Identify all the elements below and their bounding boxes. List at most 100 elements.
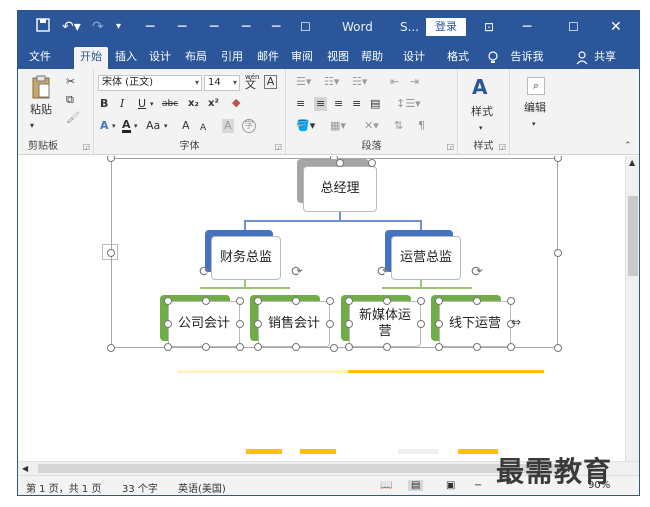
resize-handle[interactable] xyxy=(368,159,376,167)
print-layout-icon[interactable]: ▤ xyxy=(408,480,424,491)
org-node-finance-director[interactable]: 财务总监 xyxy=(211,236,281,280)
resize-handle[interactable] xyxy=(164,297,172,305)
paste-dropdown-icon[interactable]: ▾ xyxy=(30,119,34,133)
resize-handle[interactable] xyxy=(254,320,262,328)
resize-handle[interactable] xyxy=(383,297,391,305)
word-count[interactable]: 33 个字 xyxy=(122,480,158,495)
tab-references[interactable]: 引用 xyxy=(216,47,248,69)
page-count[interactable]: 第 1 页，共 1 页 xyxy=(26,480,101,495)
phonetic-guide-icon[interactable]: wén 文 xyxy=(245,73,259,90)
subscript-button[interactable]: x₂ xyxy=(188,97,199,111)
line-spacing-icon[interactable]: ↕☰▾ xyxy=(396,97,421,111)
language-indicator[interactable]: 英语(美国) xyxy=(178,480,226,495)
rotate-handle-icon[interactable]: ⟳ xyxy=(375,264,391,280)
tab-layout[interactable]: 布局 xyxy=(180,47,212,69)
lightbulb-icon[interactable] xyxy=(484,47,502,69)
resize-handle[interactable] xyxy=(435,320,443,328)
rotate-handle-icon[interactable]: ⟳ xyxy=(289,264,305,280)
resize-handle[interactable] xyxy=(236,320,244,328)
paste-button[interactable]: 粘贴 xyxy=(30,103,52,117)
undo-icon[interactable]: ↶▾ xyxy=(62,18,81,36)
read-mode-icon[interactable]: 📖 xyxy=(380,480,392,491)
resize-handle[interactable] xyxy=(473,343,481,351)
resize-handle[interactable] xyxy=(107,249,115,257)
editing-dropdown-icon[interactable]: ▾ xyxy=(532,117,536,131)
resize-handle[interactable] xyxy=(330,344,338,352)
restore-small-icon[interactable]: ☐ xyxy=(300,18,311,36)
sort-icon[interactable]: ⇅ xyxy=(394,119,403,133)
bullets-icon[interactable]: ☰▾ xyxy=(296,75,311,89)
font-name-select[interactable]: 宋体 (正文) ▾ xyxy=(98,75,202,91)
minimize-icon[interactable]: ─ xyxy=(523,18,531,36)
tab-insert[interactable]: 插入 xyxy=(110,47,142,69)
text-effects-button[interactable]: A xyxy=(100,119,109,133)
copy-icon[interactable]: ⧉ xyxy=(66,93,74,107)
align-left-icon[interactable]: ≡ xyxy=(296,97,305,111)
multilevel-list-icon[interactable]: ☵▾ xyxy=(352,75,367,89)
resize-handle[interactable] xyxy=(345,297,353,305)
resize-handle[interactable] xyxy=(326,320,334,328)
clear-formatting-icon[interactable]: ◆ xyxy=(232,96,240,110)
text-effects-dropdown-icon[interactable]: ▾ xyxy=(112,119,116,133)
tab-home[interactable]: 开始 xyxy=(74,47,108,69)
org-node-new-media-ops[interactable]: 新媒体运营 xyxy=(349,301,421,347)
show-marks-icon[interactable]: ¶ xyxy=(418,119,425,133)
redo-icon[interactable]: ↷ xyxy=(92,18,104,36)
underline-dropdown-icon[interactable]: ▾ xyxy=(150,97,154,111)
decrease-indent-icon[interactable]: ⇤ xyxy=(390,75,399,89)
shading-icon[interactable]: 🪣▾ xyxy=(296,119,315,133)
format-painter-icon[interactable]: 🖌 xyxy=(66,111,80,125)
maximize-icon[interactable]: ☐ xyxy=(568,18,579,36)
justify-icon[interactable]: ≡ xyxy=(352,97,361,111)
shrink-font-button[interactable]: A xyxy=(200,121,206,135)
scroll-up-icon[interactable]: ▲ xyxy=(629,156,635,170)
font-color-button[interactable]: A xyxy=(122,119,131,133)
org-node-sales-accountant[interactable]: 销售会计 xyxy=(258,301,330,347)
styles-launcher-icon[interactable]: ◲ xyxy=(498,142,506,151)
customize-qat-icon[interactable]: ▾ xyxy=(116,18,121,36)
resize-handle[interactable] xyxy=(473,297,481,305)
resize-handle[interactable] xyxy=(292,343,300,351)
resize-handle[interactable] xyxy=(164,343,172,351)
char-shading-button[interactable]: A xyxy=(222,119,234,133)
user-icon[interactable] xyxy=(574,47,590,69)
align-center-icon[interactable]: ≡ xyxy=(314,97,328,111)
tab-help[interactable]: 帮助 xyxy=(356,47,388,69)
vertical-scrollbar[interactable]: ▲ xyxy=(625,156,639,461)
collapse-ribbon-icon[interactable]: ⌃ xyxy=(624,139,632,153)
paragraph-launcher-icon[interactable]: ◲ xyxy=(446,142,454,151)
tab-view[interactable]: 视图 xyxy=(322,47,354,69)
resize-handle[interactable] xyxy=(345,320,353,328)
resize-handle[interactable] xyxy=(507,297,515,305)
tab-format[interactable]: 格式 xyxy=(442,47,474,69)
cut-icon[interactable]: ✂ xyxy=(66,75,75,89)
font-launcher-icon[interactable]: ◲ xyxy=(274,142,282,151)
increase-indent-icon[interactable]: ⇥ xyxy=(410,75,419,89)
save-icon[interactable] xyxy=(36,18,50,36)
vertical-scroll-thumb[interactable] xyxy=(628,196,638,276)
resize-handle[interactable] xyxy=(236,297,244,305)
change-case-dropdown-icon[interactable]: ▾ xyxy=(164,119,168,133)
clipboard-launcher-icon[interactable]: ◲ xyxy=(82,142,90,151)
resize-handle[interactable] xyxy=(292,297,300,305)
change-case-button[interactable]: Aa xyxy=(146,119,160,133)
web-layout-icon[interactable]: ▣ xyxy=(446,480,455,491)
scroll-left-icon[interactable]: ◀ xyxy=(22,462,28,476)
org-node-ops-director[interactable]: 运营总监 xyxy=(391,236,461,280)
resize-handle[interactable] xyxy=(107,344,115,352)
resize-handle[interactable] xyxy=(554,249,562,257)
ribbon-display-icon[interactable]: ⊡ xyxy=(484,18,494,36)
resize-handle[interactable] xyxy=(417,320,425,328)
search-icon[interactable]: ⌕ xyxy=(527,77,545,95)
tab-mailings[interactable]: 邮件 xyxy=(252,47,284,69)
resize-handle[interactable] xyxy=(254,343,262,351)
tab-review[interactable]: 审阅 xyxy=(286,47,318,69)
distributed-icon[interactable]: ▤ xyxy=(370,97,380,111)
resize-handle[interactable] xyxy=(435,297,443,305)
org-node-offline-ops[interactable]: 线下运营 xyxy=(439,301,511,347)
resize-handle[interactable] xyxy=(202,297,210,305)
italic-button[interactable]: I xyxy=(120,97,124,111)
resize-handle[interactable] xyxy=(254,297,262,305)
tab-smartart-design[interactable]: 设计 xyxy=(398,47,430,69)
grow-font-button[interactable]: A xyxy=(182,119,190,133)
